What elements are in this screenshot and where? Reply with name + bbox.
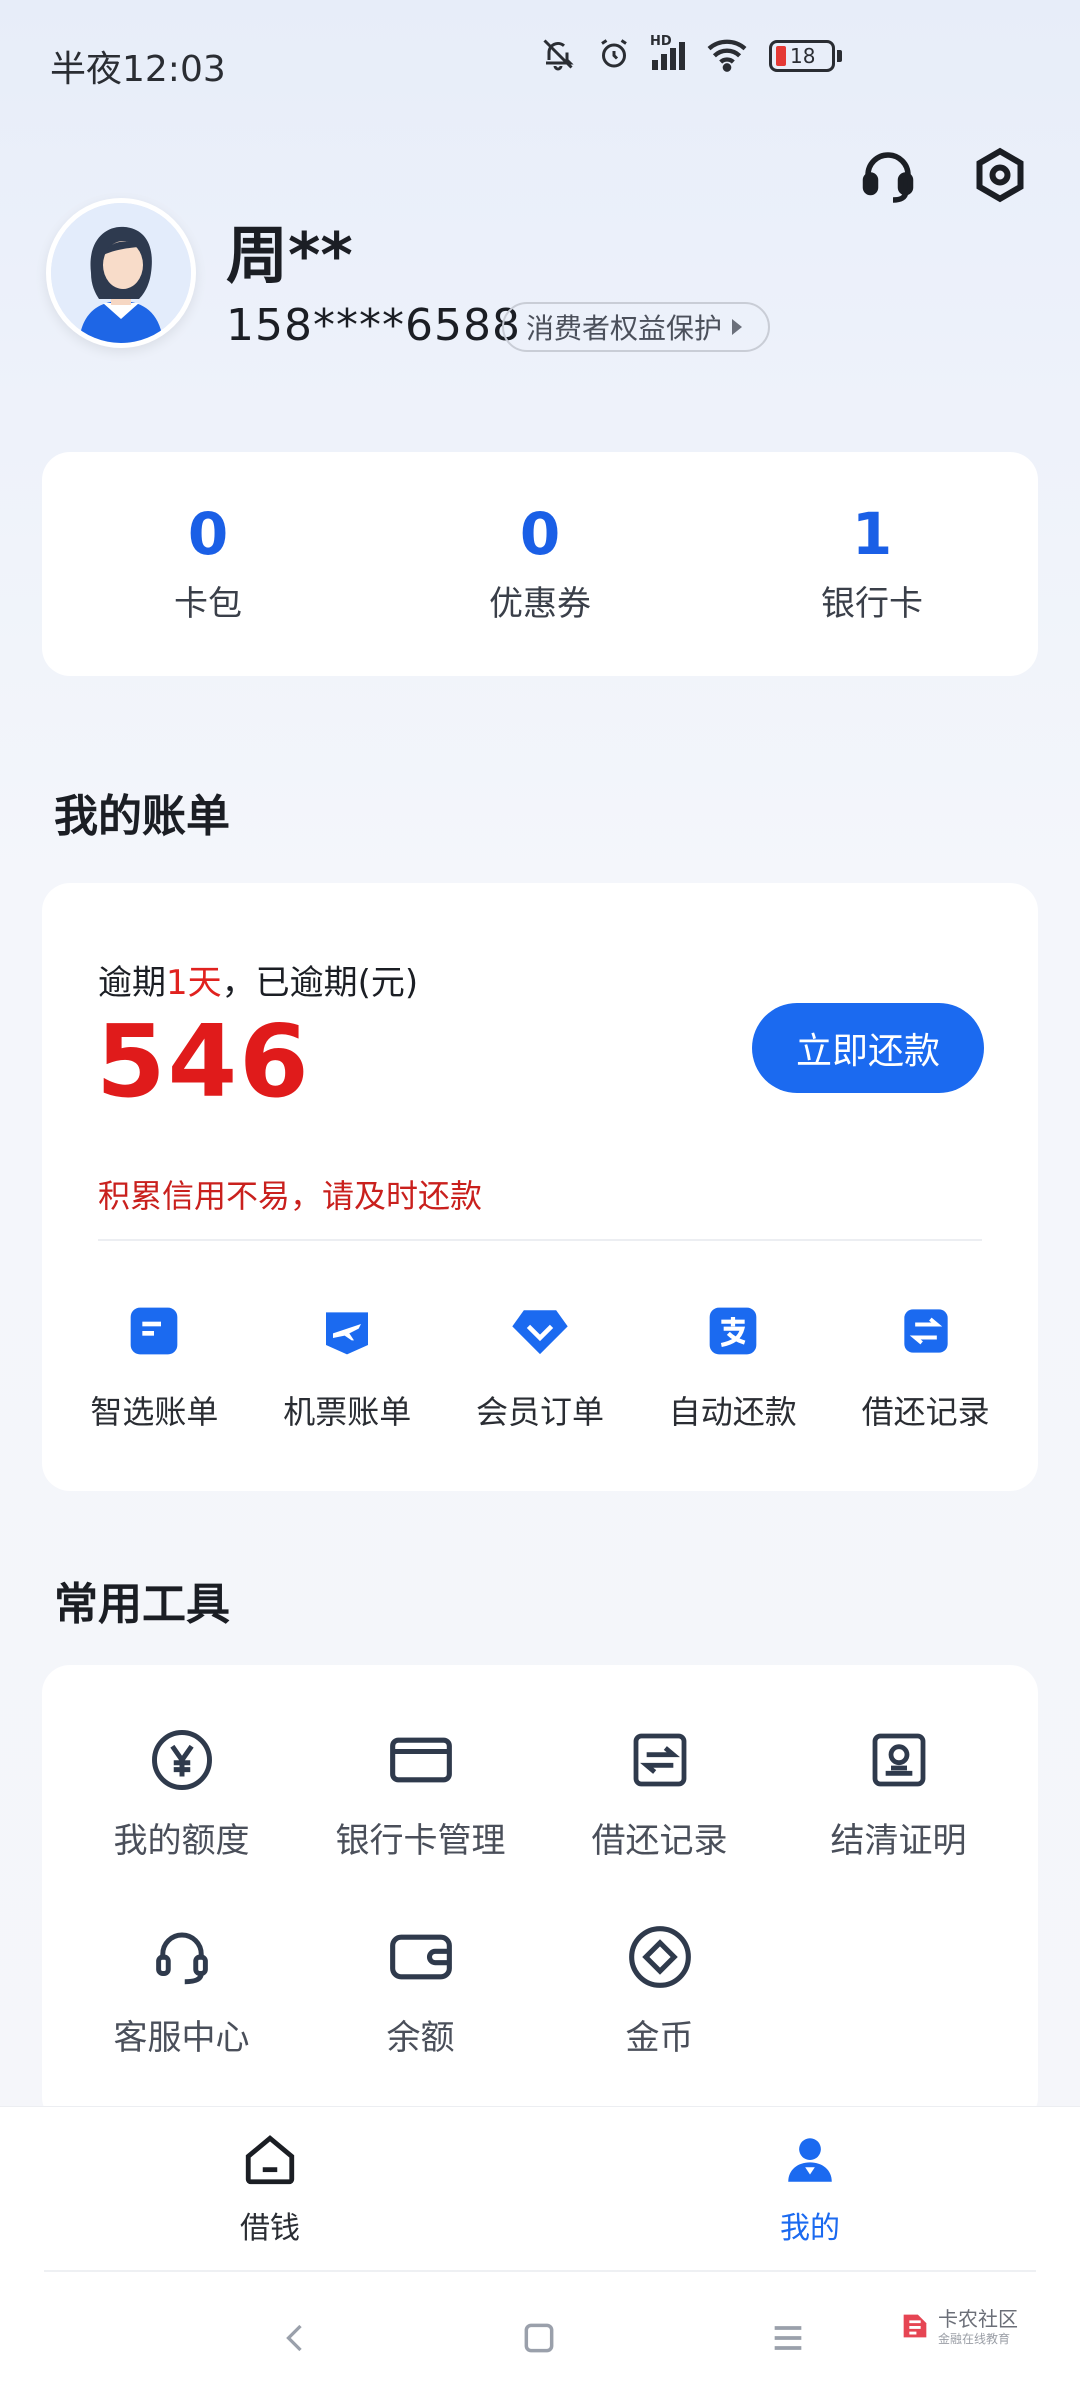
divider <box>98 1239 982 1241</box>
tool-label: 借还记录 <box>591 1821 728 1861</box>
tool-balance[interactable]: 余额 <box>301 1922 540 2059</box>
shortcut-label: 借还记录 <box>861 1393 990 1431</box>
avatar[interactable] <box>46 198 196 348</box>
tool-label: 我的额度 <box>113 1821 250 1861</box>
bill-shortcuts: 智选账单 机票账单 会员订单 自动还款 借还记录 <box>42 1301 1038 1433</box>
stat-bank-cards[interactable]: 1 银行卡 <box>706 452 1038 676</box>
tool-bank-card-manage[interactable]: 银行卡管理 <box>301 1725 540 1862</box>
bill-icon <box>124 1301 184 1361</box>
tool-label: 余额 <box>386 2018 455 2058</box>
tools-card: 我的额度 银行卡管理 借还记录 结清证明 客服中心 余额 金币 <box>42 1665 1038 2125</box>
battery-level: 18 <box>790 44 816 68</box>
user-phone: 158****6588 <box>226 300 521 351</box>
headset-icon <box>147 1922 217 1992</box>
card-icon <box>386 1725 456 1795</box>
tool-label: 结清证明 <box>830 1821 967 1861</box>
consumer-rights-label: 消费者权益保护 <box>526 312 723 345</box>
shortcut-loan-records[interactable]: 借还记录 <box>829 1301 1022 1433</box>
tool-coins[interactable]: 金币 <box>540 1922 779 2059</box>
bill-section-title: 我的账单 <box>54 791 230 842</box>
tool-settlement-proof[interactable]: 结清证明 <box>779 1725 1018 1862</box>
shortcut-label: 自动还款 <box>668 1393 797 1431</box>
alarm-icon <box>596 36 632 76</box>
battery-icon: 18 <box>769 40 842 72</box>
shortcut-label: 会员订单 <box>475 1393 604 1431</box>
tool-my-credit[interactable]: 我的额度 <box>62 1725 301 1862</box>
coin-icon <box>625 1922 695 1992</box>
signal-icon: HD <box>650 34 685 70</box>
network-type: HD <box>650 34 672 49</box>
plane-icon <box>317 1301 377 1361</box>
status-icons: HD 18 <box>540 34 842 76</box>
overdue-suffix: ，已逾期(元) <box>221 963 419 1003</box>
shortcut-smart-bill[interactable]: 智选账单 <box>58 1301 251 1433</box>
stat-value: 0 <box>187 499 229 568</box>
tools-grid: 我的额度 银行卡管理 借还记录 结清证明 客服中心 余额 金币 <box>62 1725 1018 2059</box>
home-square-icon[interactable] <box>520 2318 558 2362</box>
shortcut-label: 智选账单 <box>90 1393 219 1431</box>
tool-loan-records[interactable]: 借还记录 <box>540 1725 779 1862</box>
overdue-days: 1天 <box>166 963 222 1003</box>
tool-label: 金币 <box>625 2018 694 2058</box>
tool-service-center[interactable]: 客服中心 <box>62 1922 301 2059</box>
watermark-title: 卡农社区 <box>938 2307 1018 2331</box>
user-name: 周** <box>226 219 353 292</box>
system-nav-bar: 卡农社区 金融在线教育 <box>0 2270 1080 2400</box>
nav-mine[interactable]: 我的 <box>540 2107 1080 2270</box>
nav-borrow[interactable]: 借钱 <box>0 2107 540 2270</box>
nav-label: 我的 <box>780 2210 840 2246</box>
overdue-status: 逾期1天，已逾期(元) <box>98 955 418 1004</box>
back-icon[interactable] <box>278 2318 314 2362</box>
user-icon <box>781 2131 839 2193</box>
status-time: 半夜12:03 <box>50 49 226 90</box>
tools-section-title: 常用工具 <box>54 1579 230 1630</box>
top-actions <box>858 145 1030 205</box>
watermark-logo-icon <box>898 2309 932 2347</box>
bill-card: 逾期1天，已逾期(元) 546 立即还款 积累信用不易，请及时还款 智选账单 机… <box>42 883 1038 1491</box>
shortcut-member-orders[interactable]: 会员订单 <box>444 1301 637 1433</box>
stat-card-wallet[interactable]: 0 卡包 <box>42 452 374 676</box>
swap-icon <box>896 1301 956 1361</box>
nav-label: 借钱 <box>240 2210 300 2246</box>
mute-bell-icon <box>540 36 576 76</box>
bottom-nav: 借钱 我的 <box>0 2106 1080 2270</box>
watermark-subtitle: 金融在线教育 <box>938 2332 1011 2346</box>
wallet-icon <box>386 1922 456 1992</box>
bill-tip: 积累信用不易，请及时还款 <box>98 1177 483 1215</box>
menu-icon[interactable] <box>768 2318 808 2362</box>
stat-value: 1 <box>851 499 893 568</box>
alipay-icon <box>703 1301 763 1361</box>
swap-icon <box>625 1725 695 1795</box>
yen-circle-icon <box>147 1725 217 1795</box>
divider <box>44 2270 1036 2272</box>
wifi-icon <box>705 36 749 76</box>
certificate-icon <box>864 1725 934 1795</box>
watermark: 卡农社区 金融在线教育 <box>898 2308 1018 2347</box>
diamond-icon <box>510 1301 570 1361</box>
repay-now-button[interactable]: 立即还款 <box>752 1003 984 1093</box>
stat-label: 银行卡 <box>821 584 923 625</box>
caret-right-icon <box>732 319 743 335</box>
overdue-prefix: 逾期 <box>98 963 166 1003</box>
stat-label: 优惠券 <box>489 584 591 625</box>
stat-value: 0 <box>519 499 561 568</box>
settings-icon[interactable] <box>970 145 1030 205</box>
tool-label: 客服中心 <box>113 2018 250 2058</box>
home-icon <box>241 2131 299 2193</box>
overdue-amount: 546 <box>96 1003 311 1120</box>
tool-label: 银行卡管理 <box>335 1821 506 1861</box>
shortcut-flight-bill[interactable]: 机票账单 <box>251 1301 444 1433</box>
stats-card: 0 卡包 0 优惠券 1 银行卡 <box>42 452 1038 676</box>
headset-icon[interactable] <box>858 145 918 205</box>
consumer-rights-button[interactable]: 消费者权益保护 <box>502 302 771 352</box>
status-bar: 半夜12:03 HD 18 <box>0 0 1080 130</box>
stat-coupons[interactable]: 0 优惠券 <box>374 452 706 676</box>
shortcut-auto-repay[interactable]: 自动还款 <box>636 1301 829 1433</box>
shortcut-label: 机票账单 <box>283 1393 412 1431</box>
stat-label: 卡包 <box>174 584 242 625</box>
